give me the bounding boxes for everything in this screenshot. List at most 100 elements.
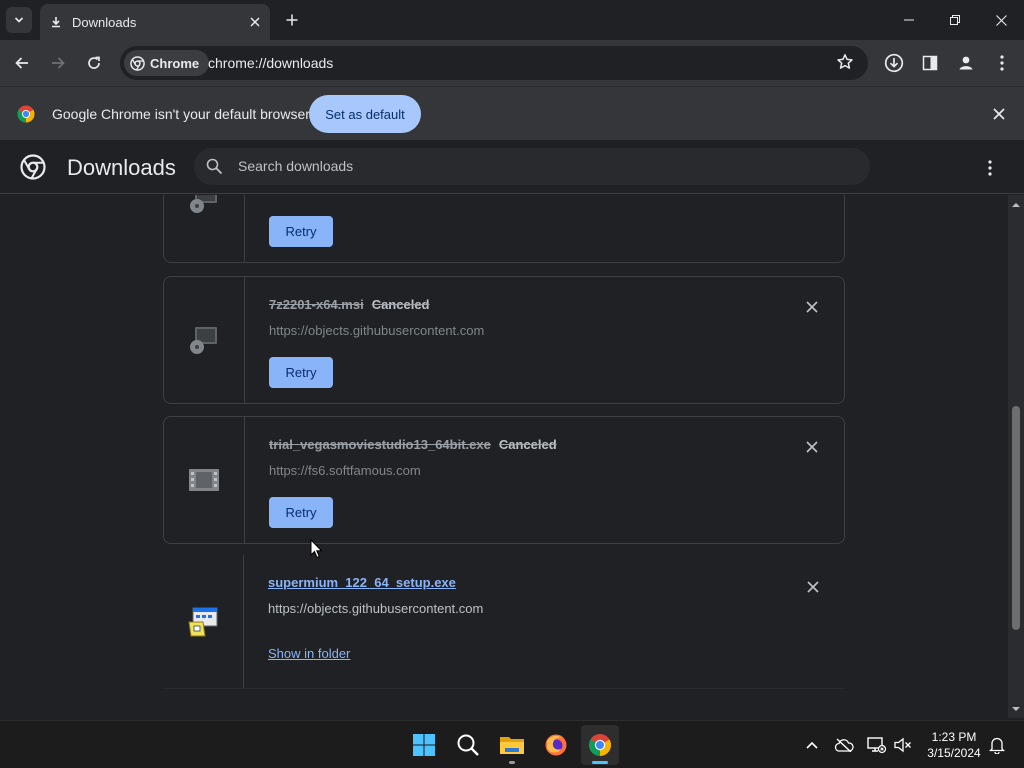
- installer-file-icon: [190, 327, 217, 354]
- minimize-button[interactable]: [886, 0, 932, 40]
- remove-from-list-button[interactable]: [804, 439, 820, 455]
- download-item: trial_vegasmoviestudio13_64bit.exe Cancel…: [163, 416, 845, 544]
- remove-from-list-button[interactable]: [805, 579, 821, 595]
- profile-button[interactable]: [952, 49, 980, 77]
- setup-exe-icon: [188, 607, 218, 636]
- chrome-menu-button[interactable]: [988, 49, 1016, 77]
- mouse-cursor-icon: [310, 539, 323, 559]
- notifications-button[interactable]: [986, 733, 1008, 757]
- close-icon: [993, 108, 1005, 120]
- restore-icon: [950, 15, 960, 25]
- taskbar-search-button[interactable]: [449, 725, 487, 765]
- chevron-up-icon: [806, 741, 818, 749]
- side-panel-button[interactable]: [916, 49, 944, 77]
- chrome-taskbar-button[interactable]: [581, 725, 619, 765]
- download-url[interactable]: https://objects.githubusercontent.com: [268, 601, 483, 616]
- cloud-offline-icon: [834, 738, 854, 752]
- download-circle-icon: [884, 53, 904, 73]
- arrow-left-icon: [15, 57, 28, 69]
- tab-downloads[interactable]: Downloads: [40, 4, 270, 40]
- file-explorer-button[interactable]: [493, 725, 531, 765]
- arrow-right-icon: [52, 57, 65, 69]
- download-item-body: Retry: [269, 195, 844, 262]
- forward-button[interactable]: [44, 49, 72, 77]
- bookmark-star-button[interactable]: [836, 53, 854, 76]
- download-url[interactable]: https://fs6.softfamous.com: [269, 463, 421, 478]
- download-filename-link[interactable]: supermium_122_64_setup.exe: [268, 575, 456, 590]
- close-icon: [807, 581, 819, 593]
- installer-file-icon: [190, 195, 217, 213]
- chevron-down-icon: [14, 17, 24, 23]
- close-icon: [806, 441, 818, 453]
- retry-button[interactable]: Retry: [269, 497, 333, 528]
- file-icon-cell: [164, 195, 245, 262]
- scroll-up-arrow-icon[interactable]: [1012, 201, 1020, 209]
- file-icon-cell: [163, 555, 244, 688]
- show-hidden-icons-button[interactable]: [801, 733, 823, 757]
- reload-button[interactable]: [80, 49, 108, 77]
- downloads-list: Retry 7z2201-x64.msi Canceled https://obj…: [0, 195, 1008, 718]
- downloads-header: Downloads: [0, 141, 1024, 194]
- tab-title: Downloads: [72, 14, 137, 30]
- page-title: Downloads: [67, 155, 176, 180]
- search-input[interactable]: [238, 156, 838, 176]
- scroll-down-arrow-icon[interactable]: [1012, 705, 1020, 713]
- show-in-folder-link[interactable]: Show in folder: [268, 646, 350, 661]
- tab-close-button[interactable]: [244, 11, 266, 33]
- download-item: 7z2201-x64.msi Canceled https://objects.g…: [163, 276, 845, 404]
- reload-icon: [88, 56, 100, 69]
- page-scrollbar[interactable]: [1008, 195, 1024, 718]
- search-box[interactable]: [194, 148, 870, 185]
- download-item: supermium_122_64_setup.exe https://objec…: [163, 555, 845, 689]
- profile-icon: [959, 56, 973, 70]
- chrome-logo-icon: [130, 55, 145, 71]
- infobar-close-button[interactable]: [990, 105, 1008, 123]
- taskbar-clock[interactable]: 1:23 PM 3/15/2024: [918, 729, 990, 761]
- chrome-color-logo-icon: [17, 105, 35, 123]
- bell-icon: [989, 737, 1005, 754]
- close-icon: [806, 301, 818, 313]
- address-bar[interactable]: Chrome chrome://downloads: [120, 46, 868, 80]
- tab-search-button[interactable]: [6, 7, 32, 33]
- set-as-default-button[interactable]: Set as default: [309, 95, 421, 133]
- download-status: Canceled: [498, 437, 557, 452]
- retry-button[interactable]: Retry: [269, 216, 333, 247]
- chrome-logo-icon: [20, 154, 46, 180]
- network-disconnected-icon: [867, 737, 886, 754]
- executable-file-icon: [189, 469, 219, 491]
- restore-button[interactable]: [932, 0, 978, 40]
- onedrive-status-button[interactable]: [833, 733, 855, 757]
- download-item-body: trial_vegasmoviestudio13_64bit.exe Cancel…: [269, 417, 844, 543]
- start-button[interactable]: [405, 725, 443, 765]
- firefox-button[interactable]: [537, 725, 575, 765]
- back-button[interactable]: [8, 49, 36, 77]
- download-filename-text[interactable]: trial_vegasmoviestudio13_64bit.exe: [269, 437, 491, 452]
- new-tab-button[interactable]: [280, 8, 304, 32]
- more-vertical-icon: [1000, 55, 1004, 71]
- site-chip[interactable]: Chrome: [124, 50, 210, 76]
- downloads-button[interactable]: [880, 49, 908, 77]
- download-filename[interactable]: trial_vegasmoviestudio13_64bit.exe Cancel…: [269, 437, 557, 452]
- url-text[interactable]: chrome://downloads: [208, 55, 333, 71]
- download-url[interactable]: https://objects.githubusercontent.com: [269, 323, 484, 338]
- volume-button[interactable]: [892, 733, 914, 757]
- app-running-indicator: [509, 761, 515, 764]
- chrome-icon: [589, 734, 611, 756]
- minimize-icon: [904, 19, 914, 21]
- downloads-menu-button[interactable]: [980, 155, 1000, 181]
- download-filename[interactable]: 7z2201-x64.msi Canceled: [269, 297, 430, 312]
- file-icon-cell: [164, 417, 245, 543]
- more-vertical-icon: [988, 160, 992, 176]
- close-window-button[interactable]: [978, 0, 1024, 40]
- remove-from-list-button[interactable]: [804, 299, 820, 315]
- search-icon: [206, 158, 223, 175]
- retry-button[interactable]: Retry: [269, 357, 333, 388]
- download-filename-text[interactable]: 7z2201-x64.msi: [269, 297, 364, 312]
- volume-muted-icon: [894, 737, 911, 753]
- tab-strip: Downloads: [0, 0, 1024, 40]
- network-status-button[interactable]: [865, 733, 887, 757]
- firefox-icon: [545, 734, 567, 756]
- app-active-indicator: [592, 761, 608, 764]
- download-item-body: supermium_122_64_setup.exe https://objec…: [268, 555, 845, 688]
- scrollbar-thumb[interactable]: [1012, 406, 1020, 630]
